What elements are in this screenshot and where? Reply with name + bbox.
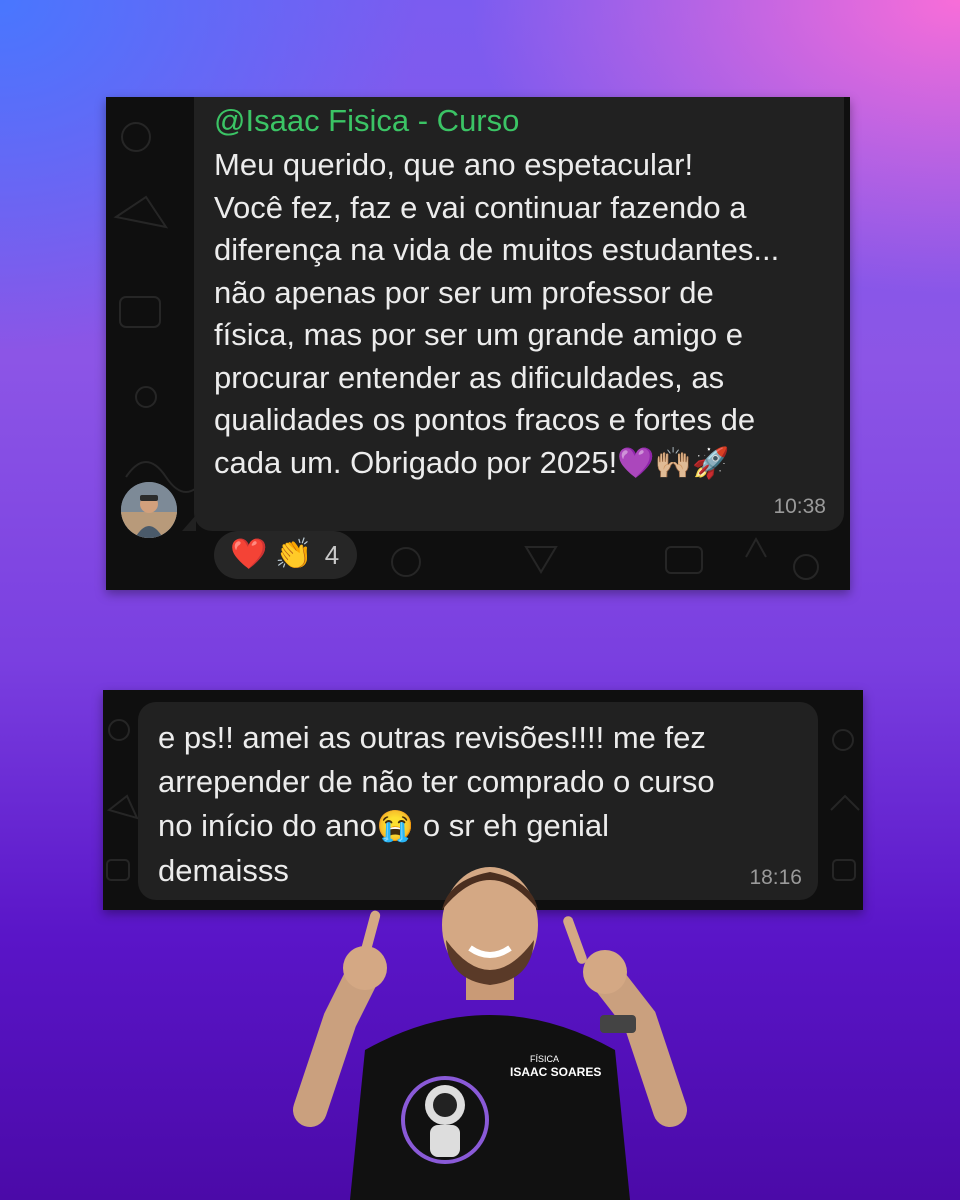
message-line: no início do ano [158, 808, 377, 843]
clap-reaction-icon[interactable]: 👏 [275, 540, 312, 570]
reactions-pill[interactable]: ❤️ 👏 4 [214, 531, 357, 579]
message-line: Meu querido, que ano espetacular! [214, 147, 694, 182]
message-line: e ps!! amei as outras revisões!!!! me fe… [158, 720, 706, 755]
heart-reaction-icon[interactable]: ❤️ [230, 540, 267, 570]
message-line: diferença na vida de muitos estudantes..… [214, 232, 780, 267]
message-time-1: 10:38 [773, 495, 826, 518]
emoji-group: 💜🙌🏼🚀 [617, 446, 730, 480]
crying-emoji: 😭 [376, 810, 415, 843]
message-line: Você fez, faz e vai continuar fazendo a [214, 189, 747, 225]
message-time-2: 18:16 [749, 866, 802, 889]
avatar-photo-icon [121, 482, 177, 538]
shirt-top-text: FÍSICA [530, 1054, 559, 1064]
message-line: cada um. Obrigado por 2025! [214, 444, 618, 480]
message-bubble-1[interactable]: @Isaac Fisica - Curso Meu querido, que a… [182, 97, 844, 531]
message-line: física, mas por ser um grande amigo e [214, 317, 743, 352]
message-line: o sr eh genial [422, 808, 610, 843]
message-line-last: cada um. Obrigado por 2025!💜🙌🏼🚀 [214, 442, 824, 486]
presenter-figure: FÍSICA ISAAC SOARES [293, 867, 687, 1200]
shirt-name-text: ISAAC SOARES [510, 1065, 601, 1079]
message-line: qualidades os pontos fracos e fortes de [214, 402, 756, 437]
message-line: procurar entender as dificuldades, as [214, 359, 725, 395]
message-line: não apenas por ser um professor de [214, 274, 714, 310]
message-text-1: Meu querido, que ano espetacular! Você f… [214, 144, 824, 485]
message-line-emoji: no início do ano😭 o sr eh genial [158, 804, 798, 849]
sender-name[interactable]: @Isaac Fisica - Curso [214, 103, 519, 139]
message-line: arrepender de não ter comprado o curso [158, 764, 715, 799]
reaction-count: 4 [324, 539, 340, 570]
chat-panel-1: @Isaac Fisica - Curso Meu querido, que a… [106, 97, 850, 590]
sender-avatar[interactable] [121, 482, 177, 538]
